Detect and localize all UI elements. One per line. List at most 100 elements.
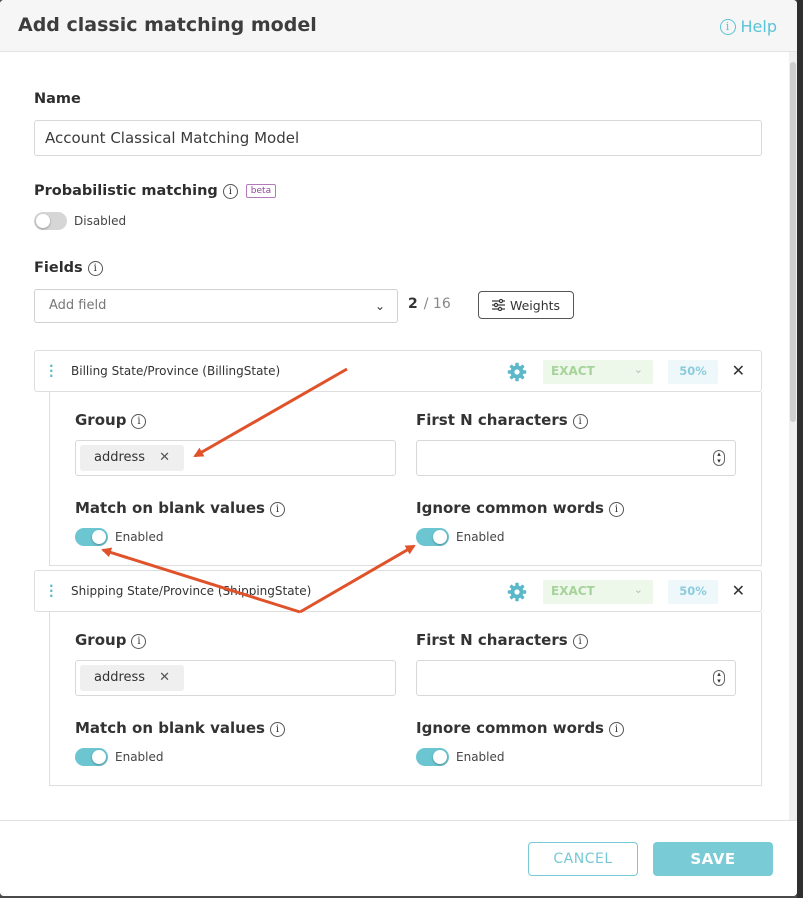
group-input[interactable]: address ✕ [75, 660, 396, 696]
group-chip: address ✕ [80, 665, 184, 691]
info-icon[interactable]: i [572, 414, 588, 429]
group-chip-label: address [94, 450, 146, 465]
chip-remove-icon[interactable]: ✕ [159, 670, 170, 686]
toggle-switch[interactable] [34, 212, 67, 230]
weights-button[interactable]: Weights [478, 291, 574, 319]
ignore-common-label: Ignore common words i [416, 719, 624, 737]
field-settings-panel: Group i address ✕ First N characters i ▴ ▾ M… [49, 612, 762, 786]
match-blank-toggle[interactable]: Enabled [75, 528, 164, 546]
name-label: Name [34, 91, 81, 107]
field-row: · · · Billing State/Province (BillingState… [34, 350, 762, 392]
ignore-common-label-text: Ignore common words [416, 499, 604, 517]
probabilistic-label: Probabilistic matching i beta [34, 183, 277, 199]
group-label: Group i [75, 411, 147, 429]
weight-value[interactable]: 50% [668, 360, 718, 384]
group-input[interactable]: address ✕ [75, 440, 396, 476]
ignore-common-label: Ignore common words i [416, 499, 624, 517]
first-n-label: First N characters i [416, 411, 588, 429]
chevron-down-icon: ⌄ [374, 299, 385, 313]
match-type-value: EXACT [551, 584, 595, 598]
match-blank-label-text: Match on blank values [75, 719, 265, 737]
match-type-value: EXACT [551, 364, 595, 378]
dialog-title: Add classic matching model [18, 14, 317, 36]
drag-handle-icon[interactable]: · · · [49, 580, 54, 602]
toggle-switch[interactable] [416, 528, 449, 546]
field-count: 2 / 16 [408, 296, 451, 312]
probabilistic-label-text: Probabilistic matching [34, 183, 218, 199]
match-type-select[interactable]: EXACT ⌄ [543, 360, 653, 384]
weights-label: Weights [509, 297, 561, 313]
info-icon: i [719, 18, 736, 35]
toggle-switch[interactable] [416, 748, 449, 766]
toggle-switch[interactable] [75, 748, 108, 766]
weight-value[interactable]: 50% [668, 580, 718, 604]
help-label: Help [740, 17, 777, 36]
spinner-icon[interactable]: ▴ ▾ [713, 670, 725, 686]
group-chip: address ✕ [80, 445, 184, 471]
help-link[interactable]: i Help [719, 17, 777, 36]
chip-remove-icon[interactable]: ✕ [159, 450, 170, 466]
info-icon[interactable]: i [131, 414, 147, 429]
drag-handle-icon[interactable]: · · · [49, 360, 54, 382]
field-row: · · · Shipping State/Province (ShippingSta… [34, 570, 762, 612]
ignore-common-toggle[interactable]: Enabled [416, 528, 505, 546]
first-n-label-text: First N characters [416, 411, 568, 429]
match-blank-toggle[interactable]: Enabled [75, 748, 164, 766]
save-button[interactable]: SAVE [653, 842, 773, 876]
ignore-common-toggle[interactable]: Enabled [416, 748, 505, 766]
close-icon[interactable]: ✕ [732, 361, 745, 380]
add-field-select[interactable]: Add field ⌄ [34, 289, 398, 323]
info-icon[interactable]: i [222, 184, 238, 199]
fields-label: Fields i [34, 260, 103, 276]
field-count-value: 2 [408, 296, 418, 312]
add-field-placeholder: Add field [49, 298, 107, 313]
field-name: Shipping State/Province (ShippingState) [71, 584, 312, 598]
dialog-footer: CANCEL SAVE [0, 820, 797, 896]
info-icon[interactable]: i [87, 261, 103, 276]
ignore-common-label-text: Ignore common words [416, 719, 604, 737]
sliders-icon [491, 299, 505, 311]
toggle-label: Enabled [115, 530, 164, 544]
toggle-label: Enabled [456, 530, 505, 544]
first-n-label-text: First N characters [416, 631, 568, 649]
scrollbar-thumb[interactable] [790, 62, 796, 422]
match-blank-label: Match on blank values i [75, 499, 285, 517]
match-blank-label: Match on blank values i [75, 719, 285, 737]
info-icon[interactable]: i [269, 502, 285, 517]
toggle-switch[interactable] [75, 528, 108, 546]
probabilistic-toggle[interactable]: Disabled [34, 212, 126, 230]
toggle-label: Enabled [456, 750, 505, 764]
match-type-select[interactable]: EXACT ⌄ [543, 580, 653, 604]
group-label-text: Group [75, 411, 127, 429]
dialog-header: Add classic matching model i Help [0, 0, 797, 52]
fields-label-text: Fields [34, 260, 83, 276]
spinner-icon[interactable]: ▴ ▾ [713, 450, 725, 466]
chevron-down-icon: ⌄ [633, 363, 643, 376]
group-label: Group i [75, 631, 147, 649]
background-overlay [797, 0, 803, 898]
scrollbar[interactable] [789, 52, 797, 822]
field-settings-panel: Group i address ✕ First N characters i ▴ ▾ M… [49, 392, 762, 566]
gear-icon[interactable] [507, 362, 527, 382]
toggle-label: Disabled [74, 214, 127, 228]
first-n-label: First N characters i [416, 631, 588, 649]
info-icon[interactable]: i [269, 722, 285, 737]
info-icon[interactable]: i [572, 634, 588, 649]
toggle-label: Enabled [115, 750, 164, 764]
info-icon[interactable]: i [608, 722, 624, 737]
field-count-max: / 16 [423, 296, 451, 312]
info-icon[interactable]: i [131, 634, 147, 649]
info-icon[interactable]: i [608, 502, 624, 517]
match-blank-label-text: Match on blank values [75, 499, 265, 517]
first-n-input[interactable]: ▴ ▾ [416, 660, 736, 696]
chevron-down-icon: ⌄ [633, 583, 643, 596]
field-name: Billing State/Province (BillingState) [71, 364, 281, 378]
name-input[interactable]: Account Classical Matching Model [34, 120, 762, 156]
first-n-input[interactable]: ▴ ▾ [416, 440, 736, 476]
group-label-text: Group [75, 631, 127, 649]
close-icon[interactable]: ✕ [732, 581, 745, 600]
cancel-button[interactable]: CANCEL [528, 842, 638, 876]
add-matching-model-dialog: Add classic matching model i Help Name A… [0, 0, 797, 896]
gear-icon[interactable] [507, 582, 527, 602]
beta-badge: beta [245, 184, 277, 198]
